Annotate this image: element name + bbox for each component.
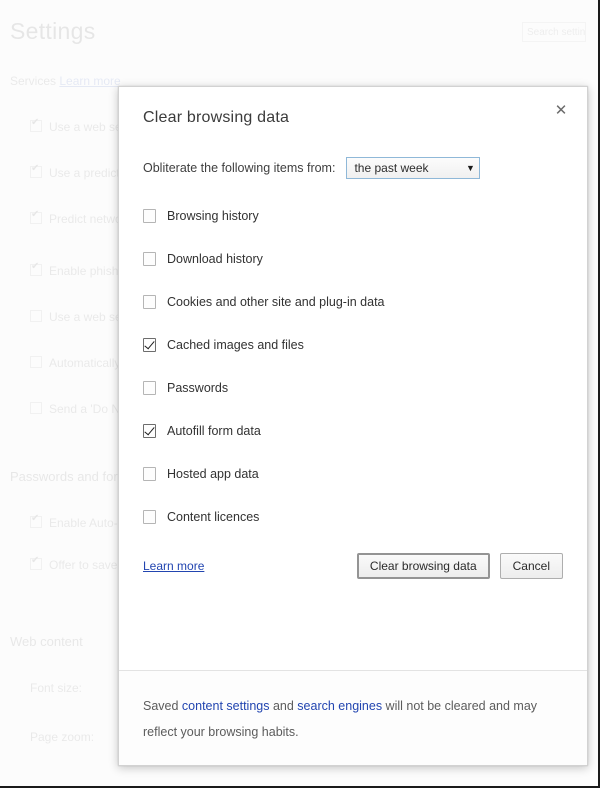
checkbox-icon[interactable] [143,467,156,481]
checkbox-icon[interactable] [143,295,156,309]
checkbox-icon[interactable] [143,209,156,223]
checkbox-row[interactable]: Cached images and files [143,332,563,358]
chevron-down-icon: ▼ [461,164,479,173]
checkbox-label: Browsing history [167,209,259,223]
dialog-footer: Saved content settings and search engine… [119,670,587,765]
checkbox-icon[interactable] [143,424,156,438]
dialog-actions: Learn more Clear browsing data Cancel [119,549,587,579]
notice-part-2: and [269,699,297,713]
dialog-body: ✕ Clear browsing data Obliterate the fol… [119,87,587,547]
checkbox-icon[interactable] [143,252,156,266]
checkbox-row[interactable]: Autofill form data [143,418,563,444]
time-range-selected-value: the past week [347,161,461,175]
checkbox-icon[interactable] [143,338,156,352]
checkbox-row[interactable]: Content licences [143,504,563,530]
time-range-row: Obliterate the following items from: the… [143,157,563,179]
checkbox-label: Cookies and other site and plug-in data [167,295,385,309]
close-icon[interactable]: ✕ [551,101,571,121]
time-range-select[interactable]: the past week ▼ [346,157,480,179]
checkbox-label: Download history [167,252,263,266]
time-range-label: Obliterate the following items from: [143,161,335,175]
content-settings-link[interactable]: content settings [182,699,270,713]
checkbox-row[interactable]: Download history [143,246,563,272]
checkbox-label: Cached images and files [167,338,304,352]
checkbox-row[interactable]: Hosted app data [143,461,563,487]
learn-more-link[interactable]: Learn more [143,559,204,573]
checkbox-row[interactable]: Passwords [143,375,563,401]
notice-part-1: Saved [143,699,182,713]
cancel-button[interactable]: Cancel [500,553,563,579]
checkbox-icon[interactable] [143,381,156,395]
dialog-title: Clear browsing data [143,109,563,127]
checkbox-icon[interactable] [143,510,156,524]
footer-notice: Saved content settings and search engine… [143,693,563,745]
settings-page: Settings Search settings Services Learn … [0,0,600,788]
checkbox-row[interactable]: Cookies and other site and plug-in data [143,289,563,315]
checkbox-label: Hosted app data [167,467,259,481]
checkbox-row[interactable]: Browsing history [143,203,563,229]
clear-browsing-data-dialog: ✕ Clear browsing data Obliterate the fol… [118,86,588,766]
checkbox-label: Content licences [167,510,259,524]
data-type-checkbox-list: Browsing history Download history Cookies … [143,203,563,530]
search-engines-link[interactable]: search engines [297,699,382,713]
checkbox-label: Autofill form data [167,424,261,438]
clear-browsing-data-button[interactable]: Clear browsing data [357,553,490,579]
checkbox-label: Passwords [167,381,228,395]
